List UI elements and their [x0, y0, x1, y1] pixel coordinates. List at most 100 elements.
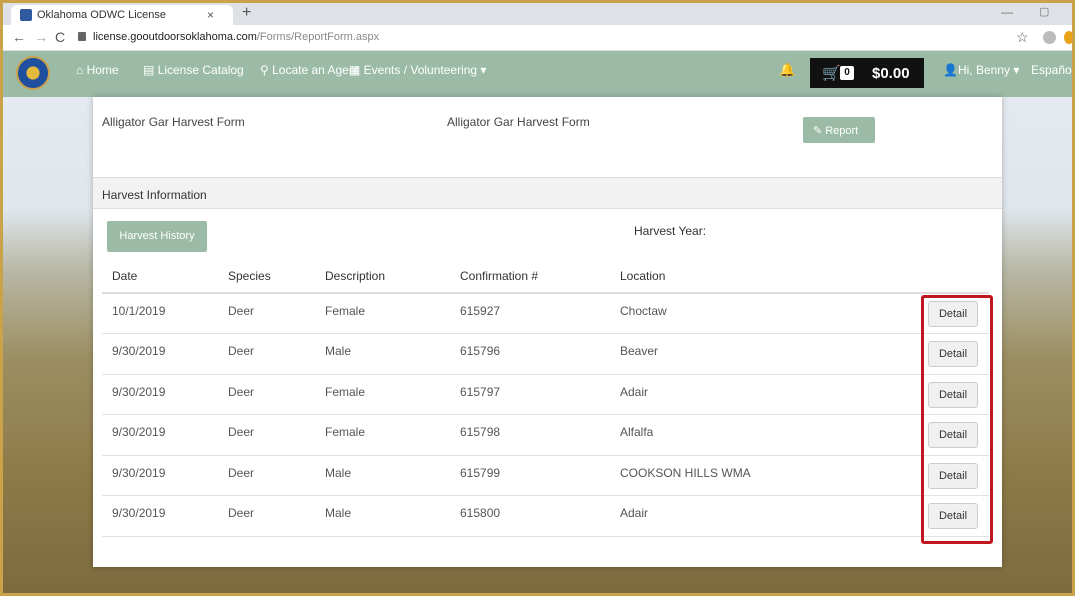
bookmark-star-icon[interactable]: ☆: [1016, 29, 1029, 46]
cell-species: Deer: [228, 333, 325, 375]
nav-events-label: Events / Volunteering: [363, 63, 478, 77]
cell-description: Female: [325, 374, 460, 415]
user-menu[interactable]: 👤Hi, Benny ▾: [943, 63, 1019, 77]
nav-events-dropdown[interactable]: ▦ Events / Volunteering ▾: [349, 63, 486, 77]
harvest-history-button[interactable]: Harvest History: [107, 221, 207, 252]
cell-date: 9/30/2019: [102, 414, 228, 456]
user-greeting: Hi, Benny: [957, 63, 1010, 77]
map-marker-icon: ⚲: [260, 63, 273, 77]
site-navbar: ⌂ Home ▤ License Catalog ⚲ Locate an Age…: [3, 51, 1072, 97]
cell-species: Deer: [228, 374, 325, 415]
url-field[interactable]: license.gooutdoorsoklahoma.com/Forms/Rep…: [93, 31, 379, 43]
detail-button[interactable]: Detail: [928, 341, 978, 367]
edit-icon: ✎: [813, 125, 823, 137]
cell-description: Male: [325, 333, 460, 375]
header-date: Date: [102, 260, 228, 294]
cell-location: COOKSON HILLS WMA: [620, 455, 920, 496]
cart-button[interactable]: 🛒 0 $0.00: [810, 58, 924, 88]
cart-icon: 🛒: [822, 65, 841, 82]
nav-locate-agent[interactable]: ⚲ Locate an Agent: [260, 63, 359, 77]
cart-total: $0.00: [872, 65, 910, 82]
caret-down-icon: ▾: [477, 63, 487, 77]
header-actions: [920, 260, 989, 294]
cart-count-badge: 0: [840, 66, 854, 80]
harvest-year-label: Harvest Year:: [634, 224, 707, 238]
cell-confirmation: 615800: [460, 495, 620, 537]
cell-date: 9/30/2019: [102, 495, 228, 537]
language-link[interactable]: Español: [1031, 63, 1072, 77]
detail-button[interactable]: Detail: [928, 422, 978, 448]
url-host: license.gooutdoorsoklahoma.com: [93, 31, 257, 43]
detail-button[interactable]: Detail: [928, 462, 978, 489]
user-icon: 👤: [943, 63, 958, 77]
cell-confirmation: 615798: [460, 414, 620, 456]
detail-button[interactable]: Detail: [928, 301, 978, 327]
cell-species: Deer: [228, 455, 325, 496]
cell-actions: Detail: [920, 414, 989, 456]
cell-confirmation: 615797: [460, 374, 620, 415]
tab-title: Oklahoma ODWC License: [37, 9, 166, 21]
detail-button[interactable]: Detail: [928, 503, 978, 529]
table-header-row: Date Species Description Confirmation # …: [102, 260, 989, 294]
minimize-icon[interactable]: —: [1001, 5, 1013, 19]
cell-location: Choctaw: [620, 293, 920, 334]
header-location: Location: [620, 260, 920, 294]
cell-description: Female: [325, 414, 460, 456]
maximize-icon[interactable]: ▢: [1039, 5, 1049, 18]
favicon-icon: [20, 9, 32, 21]
table-row: 9/30/2019 Deer Male 615800 Adair Detail: [102, 495, 989, 537]
home-icon: ⌂: [76, 63, 87, 77]
back-arrow-icon[interactable]: ←: [12, 29, 26, 45]
forward-arrow-icon[interactable]: →: [34, 29, 48, 45]
table-row: 10/1/2019 Deer Female 615927 Choctaw Det…: [102, 293, 989, 334]
cell-description: Male: [325, 455, 460, 496]
caret-down-icon: ▾: [1009, 63, 1020, 77]
tab-strip: Oklahoma ODWC License × + — ▢: [3, 3, 1072, 25]
lock-icon: [78, 32, 86, 41]
cell-date: 10/1/2019: [102, 293, 228, 334]
cell-location: Beaver: [620, 333, 920, 375]
cell-date: 9/30/2019: [102, 333, 228, 375]
cell-confirmation: 615927: [460, 293, 620, 334]
cell-species: Deer: [228, 293, 325, 334]
cell-actions: Detail: [920, 333, 989, 375]
browser-window: Oklahoma ODWC License × + — ▢ ← → C lice…: [3, 3, 1072, 593]
cell-location: Adair: [620, 374, 920, 415]
nav-home[interactable]: ⌂ Home: [76, 63, 119, 77]
header-description: Description: [325, 260, 460, 294]
nav-agent-label: Locate an Agent: [272, 63, 359, 77]
cell-confirmation: 615799: [460, 455, 620, 496]
odwc-logo[interactable]: [16, 56, 50, 90]
header-species: Species: [228, 260, 325, 294]
harvest-table: Date Species Description Confirmation # …: [102, 260, 989, 537]
cell-date: 9/30/2019: [102, 455, 228, 496]
cell-date: 9/30/2019: [102, 374, 228, 415]
table-row: 9/30/2019 Deer Male 615796 Beaver Detail: [102, 333, 989, 375]
cell-species: Deer: [228, 414, 325, 456]
profile-avatar-icon[interactable]: [1043, 31, 1056, 44]
cell-description: Female: [325, 293, 460, 334]
nav-home-label: Home: [86, 63, 119, 77]
nav-license-catalog[interactable]: ▤ License Catalog: [143, 63, 244, 77]
table-row: 9/30/2019 Deer Female 615797 Adair Detai…: [102, 374, 989, 415]
cell-location: Alfalfa: [620, 414, 920, 456]
form-description: Alligator Gar Harvest Form: [447, 115, 590, 129]
cell-confirmation: 615796: [460, 333, 620, 375]
reload-icon[interactable]: C: [55, 29, 65, 45]
report-panel: Alligator Gar Harvest Form Alligator Gar…: [93, 97, 1002, 567]
browser-tab[interactable]: Oklahoma ODWC License ×: [11, 5, 233, 25]
table-row: 9/30/2019 Deer Male 615799 COOKSON HILLS…: [102, 455, 989, 496]
cell-actions: Detail: [920, 455, 989, 496]
cell-location: Adair: [620, 495, 920, 537]
extension-icon[interactable]: [1064, 31, 1072, 44]
nav-catalog-label: License Catalog: [157, 63, 244, 77]
section-title: Harvest Information: [93, 177, 1002, 209]
url-path: /Forms/ReportForm.aspx: [256, 31, 380, 43]
header-confirmation: Confirmation #: [460, 260, 620, 294]
report-button[interactable]: ✎ Report: [803, 117, 875, 143]
bell-icon[interactable]: 🔔: [779, 62, 795, 78]
detail-button[interactable]: Detail: [928, 381, 978, 408]
new-tab-icon[interactable]: +: [242, 4, 251, 22]
close-tab-icon[interactable]: ×: [207, 8, 214, 22]
address-bar: ← → C license.gooutdoorsoklahoma.com/For…: [3, 25, 1072, 51]
